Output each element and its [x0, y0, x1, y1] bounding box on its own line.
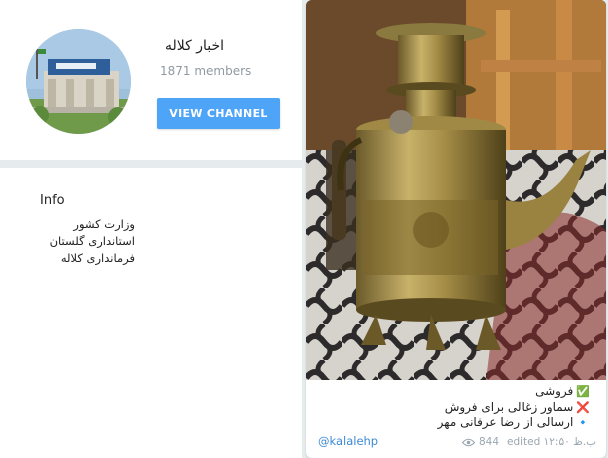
info-line: فرمانداری کلاله: [60, 251, 135, 265]
post-footer: @kalalehp 844 edited ۱۲:۵۰ ب.ظ: [306, 432, 606, 454]
info-description: وزارت کشور استانداری گلستان فرمانداری کل…: [30, 216, 135, 267]
post-meta: 844 edited ۱۲:۵۰ ب.ظ: [461, 436, 596, 448]
channel-avatar[interactable]: [26, 29, 131, 134]
diamond-icon: 🔹: [576, 416, 590, 429]
cross-icon: ❌: [576, 400, 590, 414]
caption-line: ❌سماور زغالی برای فروش: [306, 400, 590, 416]
info-heading: Info: [40, 193, 65, 208]
view-count: 844: [478, 436, 499, 448]
info-line: وزارت کشور: [73, 217, 135, 231]
caption-text: سماور زغالی برای فروش: [444, 399, 574, 414]
channel-title: اخبار کلاله: [164, 38, 224, 54]
view-channel-button[interactable]: VIEW CHANNEL: [157, 98, 280, 129]
channel-signature-link[interactable]: @kalalehp: [318, 434, 378, 448]
eye-icon: [461, 438, 475, 447]
member-count: 1871 members: [160, 64, 252, 78]
channel-post: ✅فروشی ❌سماور زغالی برای فروش 🔹ارسالی از…: [306, 0, 606, 458]
check-icon: ✅: [576, 385, 590, 398]
channel-header-card: اخبار کلاله 1871 members VIEW CHANNEL: [0, 0, 302, 160]
channel-info-card: Info وزارت کشور استانداری گلستان فرماندا…: [0, 168, 302, 458]
post-photo[interactable]: [306, 0, 606, 380]
caption-text: فروشی: [535, 384, 574, 398]
caption-line: ✅فروشی: [306, 384, 590, 400]
edited-timestamp: edited ۱۲:۵۰ ب.ظ: [507, 436, 596, 448]
info-line: استانداری گلستان: [49, 234, 135, 248]
channel-sidebar: اخبار کلاله 1871 members VIEW CHANNEL In…: [0, 0, 302, 458]
caption-text: ارسالی از رضا عرفانی مهر: [437, 415, 574, 429]
caption-line: 🔹ارسالی از رضا عرفانی مهر: [306, 415, 590, 431]
post-caption: ✅فروشی ❌سماور زغالی برای فروش 🔹ارسالی از…: [306, 384, 600, 431]
